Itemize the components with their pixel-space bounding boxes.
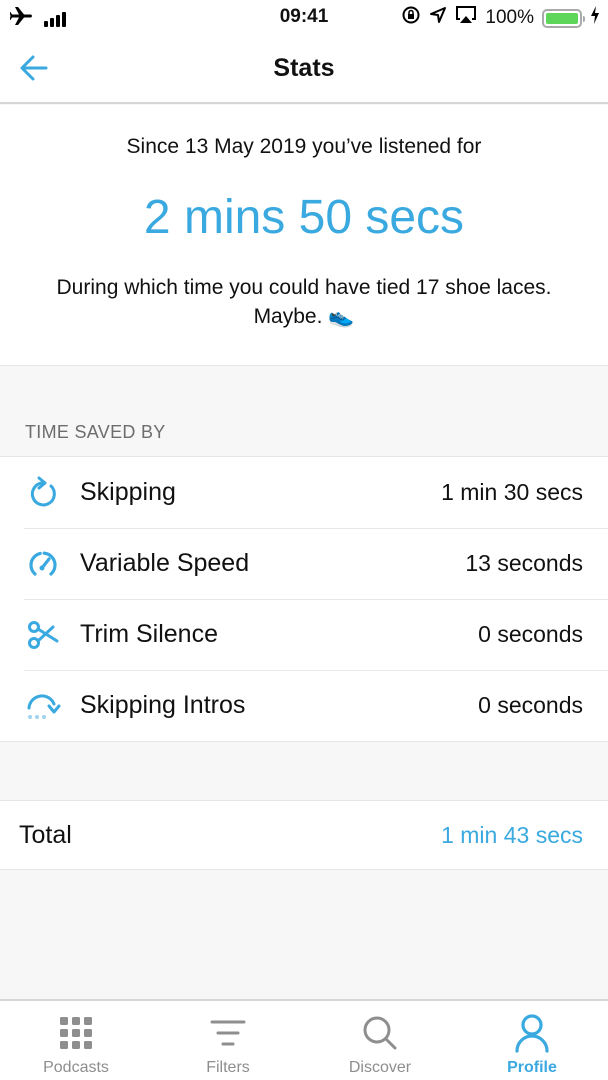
tab-label: Podcasts — [43, 1059, 109, 1076]
page-title: Stats — [273, 54, 335, 82]
tab-label: Discover — [348, 1059, 412, 1076]
rotation-lock-icon — [401, 5, 421, 31]
row-value: 13 seconds — [465, 550, 583, 576]
airplay-icon — [455, 5, 477, 31]
time-saved-list: Skipping 1 min 30 secs Variable Speed 13… — [0, 456, 608, 742]
status-bar: 09:41 100% — [0, 0, 608, 34]
list-item-trim-silence: Trim Silence 0 seconds — [0, 599, 608, 670]
row-value: 0 seconds — [478, 692, 583, 718]
scissors-icon — [24, 616, 62, 654]
speedometer-icon — [24, 545, 62, 583]
skip-forward-icon — [24, 474, 62, 512]
row-label: Trim Silence — [80, 620, 218, 648]
total-label: Total — [19, 820, 72, 849]
listened-time: 2 mins 50 secs — [143, 191, 465, 244]
search-icon — [360, 1013, 400, 1053]
location-icon — [429, 6, 447, 30]
listening-summary: Since 13 May 2019 you’ve listened for 2 … — [0, 105, 608, 366]
profile-icon — [512, 1013, 552, 1053]
charging-icon — [590, 6, 600, 30]
tab-podcasts[interactable]: Podcasts — [0, 1001, 152, 1080]
tab-label: Filters — [206, 1059, 250, 1076]
row-value: 0 seconds — [478, 621, 583, 647]
row-label: Skipping — [80, 478, 176, 506]
tab-discover[interactable]: Discover — [304, 1001, 456, 1080]
battery-icon — [542, 8, 585, 28]
list-item-variable-speed: Variable Speed 13 seconds — [0, 528, 608, 599]
total-row: Total 1 min 43 secs — [0, 800, 608, 870]
tab-profile[interactable]: Profile — [456, 1001, 608, 1080]
list-item-skipping-intros: Skipping Intros 0 seconds — [0, 670, 608, 741]
grid-icon — [56, 1013, 96, 1053]
tab-filters[interactable]: Filters — [152, 1001, 304, 1080]
tab-bar: Podcasts Filters Discover Profile — [0, 999, 608, 1080]
stats-screen: 09:41 100% Stats Since 13 May 2019 you’v — [0, 0, 608, 1080]
tab-label: Profile — [507, 1059, 557, 1076]
row-value: 1 min 30 secs — [441, 479, 583, 505]
since-text: Since 13 May 2019 you’ve listened for — [126, 135, 482, 158]
total-value: 1 min 43 secs — [441, 821, 583, 848]
list-item-skipping: Skipping 1 min 30 secs — [0, 457, 608, 528]
battery-fill — [546, 12, 578, 24]
row-label: Skipping Intros — [80, 691, 246, 719]
section-header-time-saved: TIME SAVED BY — [25, 422, 166, 442]
row-label: Variable Speed — [80, 549, 250, 577]
fun-fact-text: During which time you could have tied 17… — [56, 276, 552, 328]
navigation-bar: Stats — [0, 34, 608, 104]
battery-percent: 100% — [485, 7, 534, 28]
skip-intro-icon — [24, 687, 62, 725]
filter-icon — [208, 1013, 248, 1053]
